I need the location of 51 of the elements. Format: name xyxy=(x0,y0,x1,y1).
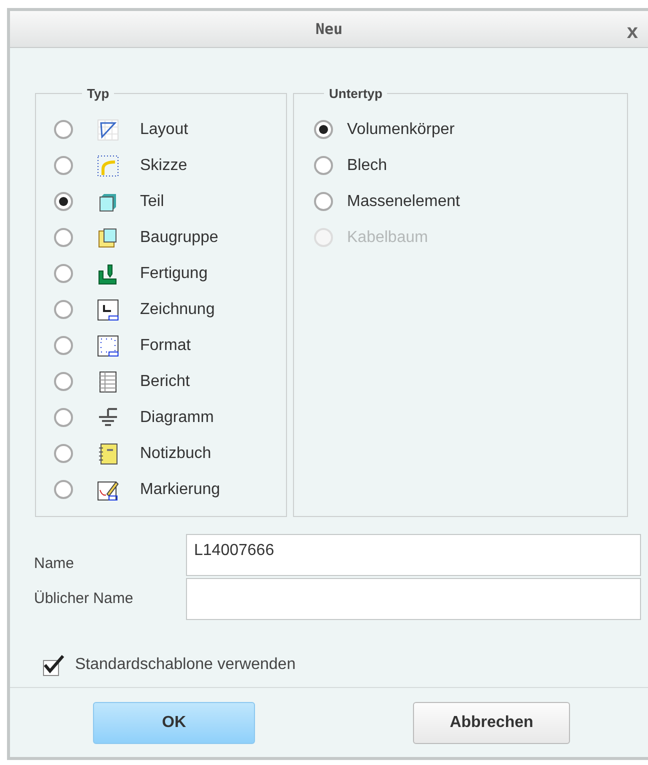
option-label: Teil xyxy=(140,192,164,212)
option-label: Diagramm xyxy=(140,408,214,428)
option-label: Layout xyxy=(140,120,188,140)
radio-button[interactable] xyxy=(54,300,73,319)
ok-button[interactable]: OK xyxy=(93,702,255,744)
radio-button[interactable] xyxy=(54,228,73,247)
text-field[interactable]: L14007666 xyxy=(186,534,641,576)
option-label: Bericht xyxy=(140,372,190,392)
window-title: Neu xyxy=(315,18,343,40)
group-title: Typ xyxy=(86,85,110,103)
radio-button[interactable] xyxy=(54,444,73,463)
drawing-sheet-icon xyxy=(97,298,119,320)
option-label: Skizze xyxy=(140,156,188,176)
radio-button[interactable] xyxy=(54,372,73,391)
radio-button[interactable] xyxy=(54,156,73,175)
option-label: Notizbuch xyxy=(140,444,212,464)
field-label: Üblicher Name xyxy=(34,588,134,609)
option-label: Volumenkörper xyxy=(347,120,455,140)
radio-button[interactable] xyxy=(54,120,73,139)
manufacturing-icon xyxy=(97,262,119,284)
close-button[interactable]: x xyxy=(626,17,638,47)
option-label: Markierung xyxy=(140,480,220,500)
checkbox[interactable] xyxy=(43,654,65,676)
table-icon xyxy=(97,370,119,392)
radio-button[interactable] xyxy=(54,192,73,211)
radio-button[interactable] xyxy=(314,120,333,139)
radio-button[interactable] xyxy=(54,336,73,355)
field-label: Name xyxy=(34,554,76,574)
option-label: Zeichnung xyxy=(140,300,215,320)
notebook-icon xyxy=(97,442,119,464)
radio-button[interactable] xyxy=(54,480,73,499)
option-label: Baugruppe xyxy=(140,228,218,248)
group-title: Untertyp xyxy=(328,85,384,103)
checkbox-label: Standardschablone verwenden xyxy=(75,654,296,674)
text-field[interactable] xyxy=(186,578,641,620)
format-sheet-icon xyxy=(97,334,119,356)
option-label: Fertigung xyxy=(140,264,208,284)
cancel-button[interactable]: Abbrechen xyxy=(413,702,570,744)
radio-button[interactable] xyxy=(54,408,73,427)
radio-button[interactable] xyxy=(314,192,333,211)
option-label: Format xyxy=(140,336,191,356)
option-label: Kabelbaum xyxy=(347,228,428,248)
markup-pen-icon xyxy=(97,478,119,500)
option-label: Massenelement xyxy=(347,192,460,212)
dotted-arc-icon xyxy=(97,154,119,176)
assembly-icon xyxy=(97,226,119,248)
ground-symbol-icon xyxy=(97,406,119,428)
radio-button[interactable] xyxy=(314,156,333,175)
radio-button[interactable] xyxy=(54,264,73,283)
option-label: Blech xyxy=(347,156,388,176)
triangle-grid-icon xyxy=(97,118,119,140)
